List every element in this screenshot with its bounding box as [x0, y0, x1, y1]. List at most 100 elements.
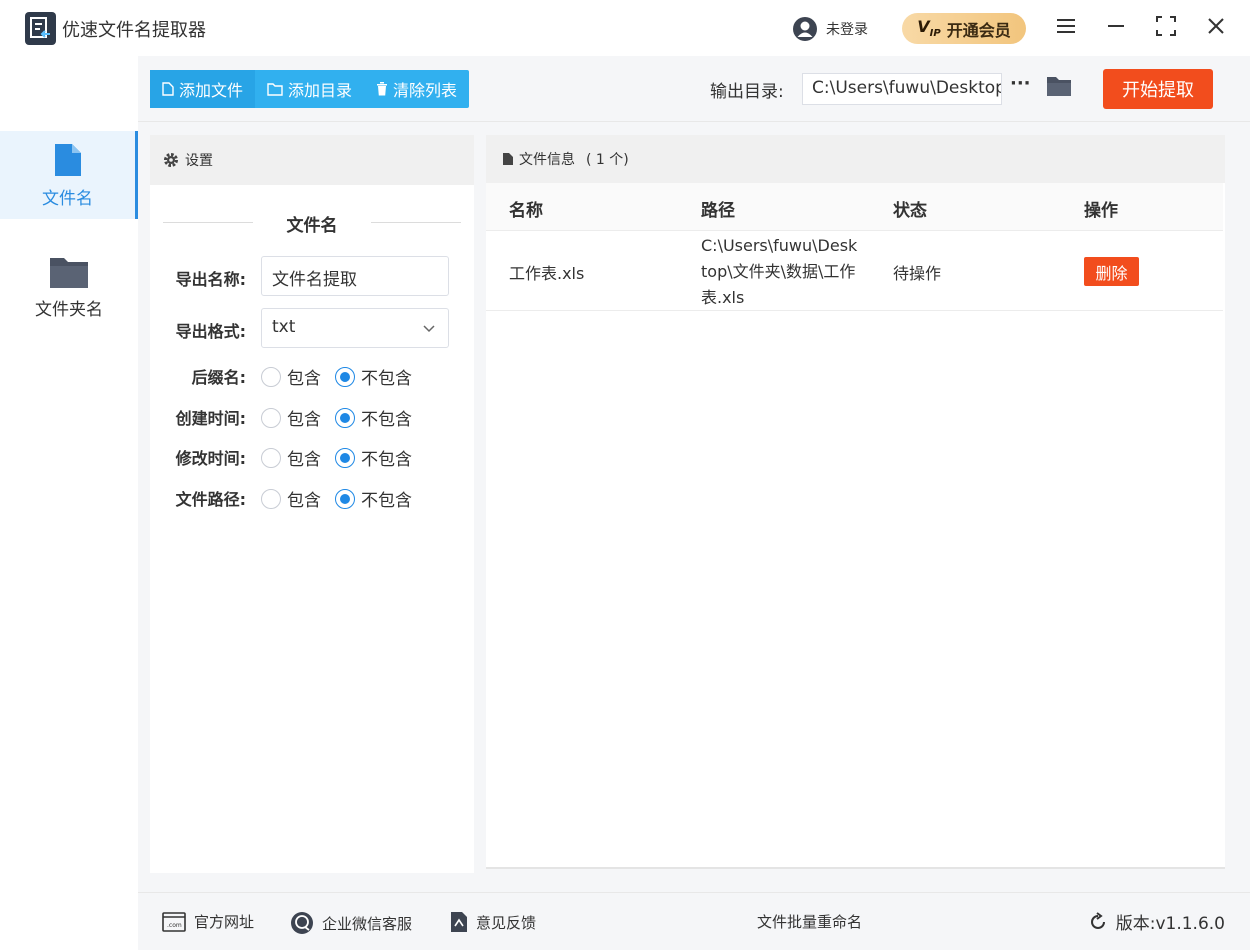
- file-status-cell: 待操作: [893, 264, 942, 283]
- include-radio[interactable]: 包含: [261, 405, 321, 430]
- feedback-label: 意见反馈: [476, 913, 537, 932]
- feedback-link[interactable]: 意见反馈: [450, 911, 536, 933]
- minimize-icon[interactable]: [1104, 14, 1128, 38]
- include-radio[interactable]: 包含: [261, 445, 321, 470]
- column-name: 名称: [509, 201, 543, 221]
- toolbar: 添加文件 添加目录 清除列表 输出目录: C:\Users\fuwu\Deskt…: [138, 56, 1250, 122]
- exclude-radio[interactable]: 不包含: [335, 405, 412, 430]
- more-button[interactable]: ···: [1010, 73, 1031, 94]
- radio-label: 不包含: [361, 491, 412, 511]
- sidebar: 文件名 文件夹名: [0, 56, 138, 950]
- refresh-icon: [1090, 911, 1105, 929]
- vip-badge-icon: VIP: [917, 17, 941, 40]
- file-count: ( 1 个): [586, 152, 629, 168]
- file-icon: [54, 143, 81, 176]
- radio-selected-icon: [335, 407, 355, 428]
- file-path-row: 文件路径: 包含 不包含: [150, 484, 474, 511]
- radio-icon: [261, 488, 281, 509]
- maximize-icon[interactable]: [1154, 14, 1178, 38]
- main-area: 添加文件 添加目录 清除列表 输出目录: C:\Users\fuwu\Deskt…: [138, 56, 1250, 950]
- export-name-input[interactable]: 文件名提取: [261, 256, 449, 296]
- file-small-icon: [503, 153, 513, 165]
- clear-list-label: 清除列表: [393, 81, 458, 100]
- output-directory-input[interactable]: C:\Users\fuwu\Desktop: [802, 73, 1002, 105]
- modify-time-row: 修改时间: 包含 不包含: [150, 443, 474, 470]
- suffix-row: 后缀名: 包含 不包含: [150, 362, 474, 389]
- include-radio[interactable]: 包含: [261, 486, 321, 511]
- export-name-row: 导出名称: 文件名提取: [150, 256, 474, 296]
- gear-icon: [164, 153, 178, 167]
- radio-label: 包含: [287, 410, 321, 430]
- section-title: 文件名: [150, 211, 474, 236]
- radio-icon: [261, 407, 281, 428]
- clear-list-button[interactable]: 清除列表: [364, 70, 469, 108]
- login-text: 未登录: [826, 22, 868, 38]
- settings-title: 设置: [185, 153, 213, 169]
- radio-label: 不包含: [361, 410, 412, 430]
- add-file-button[interactable]: 添加文件: [150, 70, 256, 108]
- column-status: 状态: [893, 201, 927, 221]
- radio-icon: [261, 366, 281, 387]
- login-area[interactable]: 未登录: [792, 16, 868, 42]
- settings-header: 设置: [150, 135, 474, 185]
- chat-icon: [291, 912, 313, 934]
- open-folder-icon[interactable]: [1046, 75, 1072, 101]
- radio-selected-icon: [335, 488, 355, 509]
- user-icon: [793, 17, 817, 41]
- menu-icon[interactable]: [1054, 14, 1078, 38]
- radio-icon: [261, 447, 281, 468]
- start-extract-button[interactable]: 开始提取: [1103, 69, 1213, 109]
- file-outline-icon: [162, 82, 174, 96]
- exclude-radio[interactable]: 不包含: [335, 364, 412, 389]
- export-format-row: 导出格式: txt: [150, 308, 474, 348]
- delete-button[interactable]: 删除: [1084, 257, 1139, 286]
- version-label: 版本:v1.1.6.0: [1115, 914, 1225, 934]
- sidebar-item-label: 文件夹名: [35, 299, 103, 320]
- radio-selected-icon: [335, 366, 355, 387]
- batch-rename-label: 文件批量重命名: [757, 913, 863, 931]
- wechat-label: 企业微信客服: [322, 914, 413, 933]
- sidebar-item-filename[interactable]: 文件名: [0, 131, 138, 219]
- add-file-label: 添加文件: [179, 81, 244, 100]
- column-action: 操作: [1084, 201, 1118, 221]
- column-path: 路径: [701, 201, 735, 221]
- table-row: 工作表.xls C:\Users\fuwu\Desktop\文件夹\数据\工作表…: [486, 231, 1223, 311]
- version-info[interactable]: 版本:v1.1.6.0: [1088, 909, 1225, 934]
- title-bar: 优速文件名提取器 未登录 VIP 开通会员: [0, 0, 1250, 56]
- export-format-select[interactable]: txt: [261, 308, 449, 348]
- add-directory-button[interactable]: 添加目录: [255, 70, 364, 108]
- export-format-value: txt: [272, 317, 296, 337]
- add-directory-label: 添加目录: [288, 81, 353, 100]
- create-time-row: 创建时间: 包含 不包含: [150, 403, 474, 430]
- close-icon[interactable]: [1204, 14, 1228, 38]
- footer: .com 官方网址 企业微信客服 意见反馈 文件批量重命名 版本:v1.1.6.…: [138, 892, 1250, 950]
- wechat-service-link[interactable]: 企业微信客服: [290, 911, 412, 935]
- file-info-title: 文件信息: [519, 152, 575, 168]
- exclude-radio[interactable]: 不包含: [335, 445, 412, 470]
- radio-label: 包含: [287, 491, 321, 511]
- radio-label: 包含: [287, 450, 321, 470]
- trash-icon: [377, 82, 388, 96]
- folder-outline-icon: [267, 82, 283, 96]
- file-list-panel: 文件信息 ( 1 个) 名称 路径 状态 操作 工作表.xls C:\Users…: [486, 135, 1225, 869]
- sidebar-item-label: 文件名: [42, 188, 93, 209]
- chevron-down-icon: [423, 325, 435, 333]
- batch-rename-link[interactable]: 文件批量重命名: [757, 911, 862, 932]
- option-label: 文件路径:: [175, 490, 246, 509]
- file-path-cell: C:\Users\fuwu\Desktop\文件夹\数据\工作表.xls: [701, 236, 858, 307]
- export-name-label: 导出名称:: [175, 270, 246, 289]
- sidebar-item-foldername[interactable]: 文件夹名: [0, 243, 138, 331]
- exclude-radio[interactable]: 不包含: [335, 486, 412, 511]
- website-label: 官方网址: [194, 913, 255, 931]
- include-radio[interactable]: 包含: [261, 364, 321, 389]
- official-website-link[interactable]: .com 官方网址: [162, 911, 254, 932]
- radio-label: 包含: [287, 369, 321, 389]
- settings-panel: 设置 文件名 导出名称: 文件名提取 导出格式: txt 后缀名: 包含 不包含…: [150, 135, 474, 873]
- file-button-group: 添加文件 添加目录 清除列表: [150, 70, 470, 108]
- folder-icon: [50, 257, 88, 288]
- svg-text:.com: .com: [167, 922, 182, 929]
- file-name-cell: 工作表.xls: [509, 264, 585, 283]
- file-info-header: 文件信息 ( 1 个): [486, 135, 1225, 183]
- vip-button[interactable]: VIP 开通会员: [902, 13, 1026, 44]
- website-icon: .com: [162, 911, 186, 932]
